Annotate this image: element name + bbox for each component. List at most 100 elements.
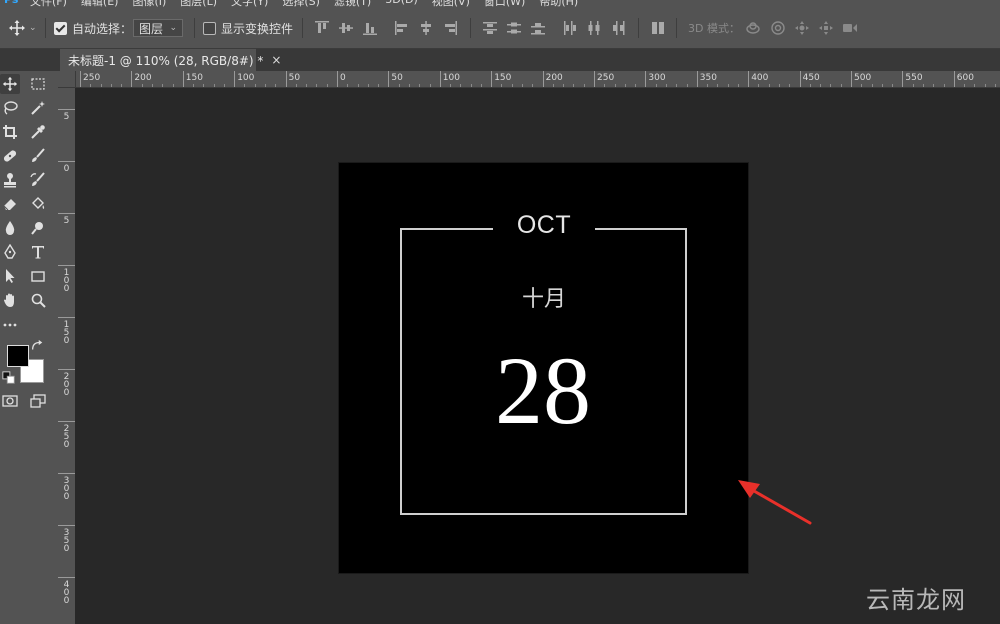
distribute-horizontal-center-icon[interactable] bbox=[586, 20, 602, 36]
lasso-tool-button[interactable] bbox=[0, 98, 20, 118]
menu-filter[interactable]: 滤镜(T) bbox=[334, 0, 371, 8]
ruler-minor-tick bbox=[624, 84, 626, 87]
history-brush-tool-button[interactable] bbox=[28, 170, 48, 190]
ruler-minor-tick bbox=[460, 84, 462, 87]
auto-align-layers-icon[interactable] bbox=[650, 20, 666, 36]
ruler-minor-tick bbox=[933, 84, 935, 87]
3d-slide-icon[interactable] bbox=[818, 20, 834, 36]
zoom-tool-button[interactable] bbox=[28, 290, 48, 310]
rect-marquee-icon bbox=[31, 78, 45, 90]
rectangle-tool-button[interactable] bbox=[28, 266, 48, 286]
ruler-major-tick bbox=[58, 265, 75, 266]
crop-tool-button[interactable] bbox=[0, 122, 20, 142]
swap-colors-button[interactable] bbox=[30, 339, 44, 353]
dodge-tool-button[interactable] bbox=[28, 218, 48, 238]
menu-edit[interactable]: 编辑(E) bbox=[81, 0, 119, 8]
menu-image[interactable]: 图像(I) bbox=[132, 0, 166, 8]
ruler-label: 100 bbox=[442, 73, 460, 83]
ruler-minor-tick bbox=[984, 84, 986, 87]
chevron-down-icon: ⌄ bbox=[29, 23, 37, 33]
show-transform-checkbox[interactable] bbox=[203, 21, 216, 35]
drop-icon bbox=[5, 221, 15, 235]
pen-tool-button[interactable] bbox=[0, 242, 20, 262]
show-transform-toggle[interactable]: 显示变换控件 bbox=[203, 8, 293, 48]
move-tool-preset[interactable]: ⌄ bbox=[8, 8, 37, 48]
3d-roll-icon[interactable] bbox=[770, 20, 786, 36]
ruler-major-tick bbox=[182, 71, 184, 87]
default-colors-button[interactable] bbox=[2, 371, 16, 385]
ruler-major-tick bbox=[439, 71, 441, 87]
distribute-right-icon[interactable] bbox=[610, 20, 626, 36]
paint-bucket-tool-button[interactable] bbox=[28, 194, 48, 214]
ruler-minor-tick bbox=[501, 84, 503, 87]
horizontal-ruler[interactable]: 250 200 150 100 50 0 50 100 150 200 250 300 350 400 45… bbox=[75, 71, 1000, 88]
ruler-corner[interactable] bbox=[58, 71, 76, 88]
move-tool-button[interactable] bbox=[0, 74, 20, 94]
path-selection-tool-button[interactable] bbox=[0, 266, 20, 286]
magic-wand-tool-button[interactable] bbox=[28, 98, 48, 118]
type-tool-button[interactable] bbox=[28, 242, 48, 262]
eyedropper-tool-button[interactable] bbox=[28, 122, 48, 142]
menu-help[interactable]: 帮助(H) bbox=[539, 0, 578, 8]
ruler-major-tick bbox=[953, 71, 955, 87]
menu-layer[interactable]: 图层(L) bbox=[180, 0, 217, 8]
document-tab[interactable]: 未标题-1 @ 110% (28, RGB/8#) * × bbox=[60, 49, 281, 71]
ruler-minor-tick bbox=[707, 84, 709, 87]
align-right-icon[interactable] bbox=[442, 20, 458, 36]
ruler-label: 150 bbox=[63, 320, 70, 346]
hand-tool-button[interactable] bbox=[0, 290, 20, 310]
layer-select-dropdown[interactable]: 图层 ⌄ bbox=[133, 19, 183, 37]
ruler-minor-tick bbox=[419, 84, 421, 87]
foreground-color-swatch[interactable] bbox=[7, 345, 29, 367]
3d-rotate-icon[interactable] bbox=[745, 20, 761, 36]
ruler-minor-tick bbox=[758, 84, 760, 87]
menu-window[interactable]: 窗口(W) bbox=[484, 0, 525, 8]
screen-mode-button[interactable] bbox=[28, 391, 48, 411]
align-vertical-center-icon[interactable] bbox=[338, 20, 354, 36]
more-tools-button[interactable] bbox=[0, 315, 20, 335]
ruler-minor-tick bbox=[326, 84, 328, 87]
brush-tool-button[interactable] bbox=[28, 146, 48, 166]
crop-icon bbox=[3, 125, 17, 139]
distribute-top-icon[interactable] bbox=[482, 20, 498, 36]
distribute-vertical-center-icon[interactable] bbox=[506, 20, 522, 36]
blur-tool-button[interactable] bbox=[0, 218, 20, 238]
ruler-minor-tick bbox=[141, 84, 143, 87]
3d-scale-icon[interactable] bbox=[842, 20, 858, 36]
menu-select[interactable]: 选择(S) bbox=[282, 0, 320, 8]
3d-pan-icon[interactable] bbox=[794, 20, 810, 36]
quick-mask-button[interactable] bbox=[0, 391, 20, 411]
frame-top-right-line bbox=[595, 228, 687, 230]
menu-file[interactable]: 文件(F) bbox=[30, 0, 67, 8]
menu-view[interactable]: 视图(V) bbox=[432, 0, 470, 8]
align-left-icon[interactable] bbox=[394, 20, 410, 36]
distribute-left-icon[interactable] bbox=[562, 20, 578, 36]
align-top-icon[interactable] bbox=[314, 20, 330, 36]
clone-stamp-tool-button[interactable] bbox=[0, 170, 20, 190]
auto-select-toggle[interactable]: 自动选择： bbox=[54, 8, 132, 48]
screen-mode-icon bbox=[30, 394, 46, 408]
ruler-label: 300 bbox=[63, 476, 70, 502]
ruler-minor-tick bbox=[480, 84, 482, 87]
healing-brush-tool-button[interactable] bbox=[0, 146, 20, 166]
ruler-minor-tick bbox=[295, 84, 297, 87]
close-icon[interactable]: × bbox=[271, 53, 281, 67]
ruler-major-tick bbox=[58, 317, 75, 318]
vertical-ruler[interactable]: 5 0 5 100 150 200 250 300 350 400 bbox=[58, 71, 76, 624]
frame-left-line bbox=[400, 228, 402, 515]
ruler-minor-tick bbox=[768, 84, 770, 87]
align-bottom-icon[interactable] bbox=[362, 20, 378, 36]
menu-3d[interactable]: 3D(D) bbox=[385, 0, 418, 8]
distribute-bottom-icon[interactable] bbox=[530, 20, 546, 36]
ruler-minor-tick bbox=[522, 84, 524, 87]
auto-select-checkbox[interactable] bbox=[54, 21, 67, 35]
document-canvas[interactable]: OCT 十月 28 bbox=[339, 163, 748, 573]
align-horizontal-center-icon[interactable] bbox=[418, 20, 434, 36]
ruler-minor-tick bbox=[100, 84, 102, 87]
marquee-tool-button[interactable] bbox=[28, 74, 48, 94]
ruler-minor-tick bbox=[470, 84, 472, 87]
ruler-minor-tick bbox=[912, 84, 914, 87]
ruler-major-tick bbox=[594, 71, 595, 87]
eraser-tool-button[interactable] bbox=[0, 194, 20, 214]
menu-type[interactable]: 文字(Y) bbox=[231, 0, 268, 8]
